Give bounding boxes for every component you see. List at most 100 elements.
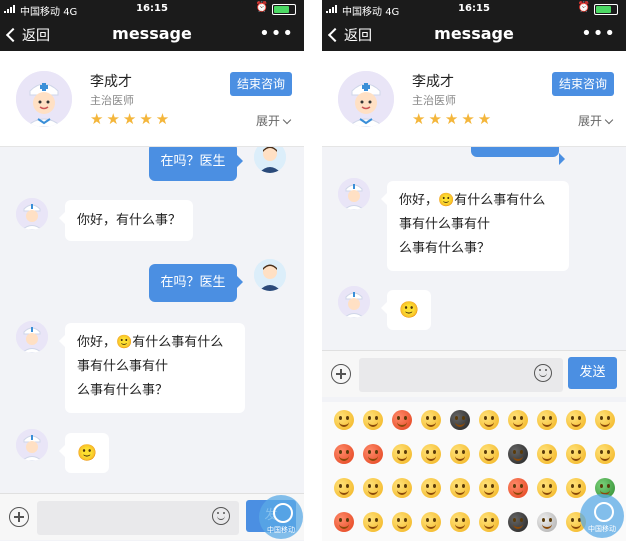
more-menu-button[interactable]: ••• [581,23,616,44]
emoji-shy-icon[interactable] [508,410,528,430]
user-message-bubble: 在吗？医生 [149,264,243,302]
emoji-rage-icon[interactable] [363,444,383,464]
user-message-bubble-cut [471,147,565,165]
emoji-cool-icon[interactable] [450,410,470,430]
doctor-title: 主治医师 [90,94,134,107]
phone-screen-chat-emoji-panel: 中国移动 4G 16:15 ⏰ 返回 message ••• 李成才 主治医师 … [322,0,626,541]
doctor-message-bubble: 你好，有什么事？ [59,200,193,241]
emoji-heart-eyes-icon[interactable] [392,410,412,430]
emoji-surprised-icon[interactable] [450,444,470,464]
doctor-avatar-small [16,429,48,461]
end-consultation-button[interactable]: 结束咨询 [230,72,292,96]
doctor-avatar [16,71,72,127]
doctor-name: 李成才 [412,74,454,90]
alarm-icon: ⏰ [255,2,268,13]
watermark-logo: 中国移动 [580,494,624,538]
emoji-relieved-icon[interactable] [363,478,383,498]
smile-emoji: 🙂 [438,193,455,208]
china-mobile-logo-icon [273,503,293,523]
emoji-sad-icon[interactable] [363,410,383,430]
message-line: 么事有什么事？ [77,383,169,398]
doctor-card: 李成才 主治医师 ★★★★★ 结束咨询 展开 [0,51,304,147]
chat-area: 在吗？医生 你好，有什么事？ 在吗？医生 你好，🙂有什么事有什么 事有什么事有什… [0,147,304,492]
emoji-hug-icon[interactable] [392,512,412,532]
chevron-down-icon [282,115,292,125]
rating-stars: ★★★★★ [412,110,495,128]
emoji-bandana-icon[interactable] [334,512,354,532]
send-button[interactable]: 发送 [568,357,617,389]
expand-toggle[interactable]: 展开 [256,112,292,129]
status-bar: 中国移动 4G 16:15 ⏰ [0,0,304,18]
emoji-greedy-icon[interactable] [479,512,499,532]
watermark-logo: 中国移动 [259,495,303,539]
emoji-picker-icon[interactable] [212,507,230,525]
emoji-blush-icon[interactable] [537,444,557,464]
rating-stars: ★★★★★ [90,110,173,128]
emoji-sleepy-icon[interactable] [566,410,586,430]
emoji-think-icon[interactable] [334,478,354,498]
emoji-dizzy-icon[interactable] [537,478,557,498]
user-message-bubble: 在吗？医生 [149,147,243,181]
message-line: 你好，🙂有什么事有什么 [399,193,546,208]
emoji-wink-icon[interactable] [392,444,412,464]
emoji-smirk-icon[interactable] [566,444,586,464]
emoji-pout-icon[interactable] [450,478,470,498]
input-bar: 发送 [322,350,626,397]
battery-icon [272,4,296,15]
message-input[interactable] [359,358,563,392]
end-consultation-button[interactable]: 结束咨询 [552,72,614,96]
emoji-laugh-icon[interactable] [595,410,615,430]
emoji-confused-icon[interactable] [479,478,499,498]
expand-toggle[interactable]: 展开 [578,112,614,129]
message-input[interactable] [37,501,239,535]
message-line: 么事有什么事？ [399,241,491,256]
plus-icon[interactable] [9,507,29,527]
more-menu-button[interactable]: ••• [259,23,294,44]
emoji-devil-icon[interactable] [508,512,528,532]
emoji-yawn-icon[interactable] [421,512,441,532]
emoji-happy-icon[interactable] [479,444,499,464]
nav-bar: 返回 message ••• [0,17,304,51]
doctor-title: 主治医师 [412,94,456,107]
emoji-worried-icon[interactable] [566,478,586,498]
emoji-sweat-icon[interactable] [421,478,441,498]
nav-bar: 返回 message ••• [322,17,626,51]
emoji-smile-icon[interactable] [334,410,354,430]
status-bar: 中国移动 4G 16:15 ⏰ [322,0,626,18]
doctor-avatar-small [16,198,48,230]
emoji-drool-icon[interactable] [363,512,383,532]
emoji-shock-icon[interactable] [392,478,412,498]
alarm-icon: ⏰ [577,2,590,13]
emoji-angry-icon[interactable] [334,444,354,464]
doctor-avatar-small [338,286,370,318]
chat-area: 你好，🙂有什么事有什么 事有什么事有什 么事有什么事？ 🙂 [322,147,626,349]
emoji-kiss-icon[interactable] [421,410,441,430]
battery-icon [594,4,618,15]
chevron-down-icon [604,115,614,125]
emoji-cry-icon[interactable] [479,410,499,430]
message-line: 你好，🙂有什么事有什么 [77,335,224,350]
emoji-mad-icon[interactable] [508,478,528,498]
doctor-emoji-bubble: 🙂 [381,290,431,330]
doctor-avatar-small [338,178,370,210]
doctor-avatar-small [16,321,48,353]
emoji-picker-icon[interactable] [534,364,552,382]
doctor-message-bubble-long: 你好，🙂有什么事有什么 事有什么事有什 么事有什么事？ [59,323,245,413]
emoji-grin-icon[interactable] [421,444,441,464]
emoji-silent-icon[interactable] [537,410,557,430]
smile-emoji: 🙂 [116,335,133,350]
emoji-skull-icon[interactable] [537,512,557,532]
user-avatar [254,147,286,173]
doctor-message-bubble-long: 你好，🙂有什么事有什么 事有什么事有什 么事有什么事？ [381,181,569,271]
user-avatar [254,259,286,291]
message-line: 事有什么事有什 [77,359,169,374]
doctor-card: 李成才 主治医师 ★★★★★ 结束咨询 展开 [322,51,626,147]
phone-screen-chat: 中国移动 4G 16:15 ⏰ 返回 message ••• 李成才 主治医师 … [0,0,304,541]
doctor-name: 李成才 [90,74,132,90]
emoji-money-icon[interactable] [450,512,470,532]
plus-icon[interactable] [331,364,351,384]
emoji-sunglasses-icon[interactable] [508,444,528,464]
message-line: 事有什么事有什 [399,217,491,232]
china-mobile-logo-icon [594,502,614,522]
emoji-tongue-icon[interactable] [595,444,615,464]
